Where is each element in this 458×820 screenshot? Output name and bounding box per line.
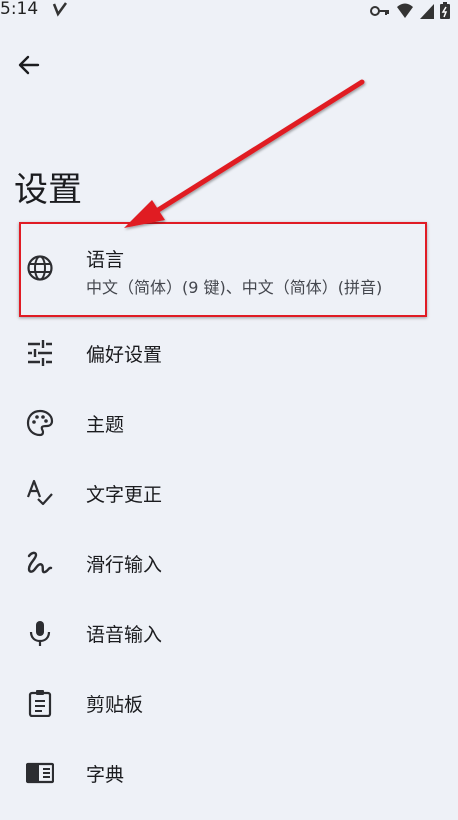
settings-item-dictionary[interactable]: 字典 (0, 738, 458, 808)
annotation-arrow (124, 79, 365, 228)
settings-item-label: 字典 (86, 764, 125, 786)
settings-item-glide-typing[interactable]: 滑行输入 (0, 528, 458, 598)
mic-icon (26, 619, 54, 647)
spellcheck-icon (26, 479, 54, 507)
settings-item-theme[interactable]: 主题 (0, 388, 458, 458)
settings-item-text-correction[interactable]: 文字更正 (0, 458, 458, 528)
settings-item-label: 语音输入 (86, 624, 163, 646)
settings-item-clipboard[interactable]: 剪贴板 (0, 668, 458, 738)
settings-item-preferences[interactable]: 偏好设置 (0, 318, 458, 388)
settings-item-label: 主题 (86, 414, 125, 436)
settings-item-label: 滑行输入 (86, 554, 163, 576)
tune-icon (26, 339, 54, 367)
book-icon (25, 759, 55, 787)
clipboard-icon (26, 689, 54, 718)
settings-item-label: 偏好设置 (86, 344, 163, 366)
palette-icon (26, 409, 54, 437)
settings-item-voice-input[interactable]: 语音输入 (0, 598, 458, 668)
settings-item-label: 文字更正 (86, 484, 163, 506)
settings-item-label: 剪贴板 (86, 694, 144, 716)
gesture-icon (26, 549, 54, 577)
